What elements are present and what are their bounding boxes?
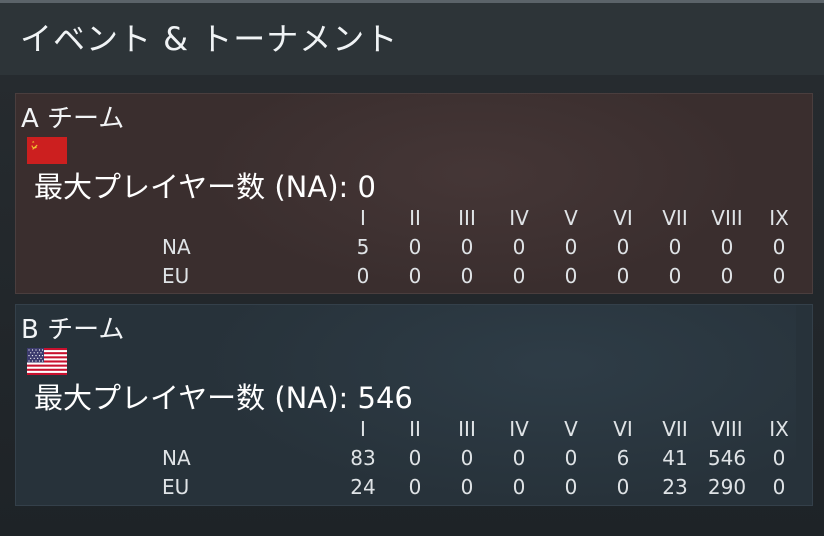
table-cell: 0 bbox=[564, 264, 578, 288]
table-cell: 0 bbox=[460, 475, 474, 499]
table-cell: 0 bbox=[460, 446, 474, 470]
column-header: V bbox=[564, 206, 578, 230]
table-cell: 24 bbox=[350, 475, 376, 499]
column-header: III bbox=[458, 417, 476, 441]
top-border bbox=[0, 0, 824, 3]
max-players-label: 最大プレイヤー数 (NA): 546 bbox=[34, 381, 413, 415]
table-cell: 0 bbox=[408, 475, 422, 499]
table-header-row: I II III IV V VI VII VIII IX bbox=[16, 417, 814, 446]
table-cell: 0 bbox=[512, 475, 526, 499]
table-cell: 0 bbox=[408, 264, 422, 288]
column-header: II bbox=[409, 206, 421, 230]
table-cell: 0 bbox=[772, 235, 786, 259]
team-b-name: B チーム bbox=[21, 315, 125, 345]
table-cell: 23 bbox=[662, 475, 688, 499]
table-row: NA 83 0 0 0 0 6 41 546 0 bbox=[16, 446, 814, 475]
column-header: VIII bbox=[711, 206, 743, 230]
max-players-label: 最大プレイヤー数 (NA): 0 bbox=[34, 170, 376, 204]
table-cell: 0 bbox=[720, 235, 734, 259]
table-row: EU 0 0 0 0 0 0 0 0 0 bbox=[16, 264, 814, 293]
table-cell: 5 bbox=[356, 235, 370, 259]
table-cell: 0 bbox=[512, 446, 526, 470]
column-header: II bbox=[409, 417, 421, 441]
table-cell: 0 bbox=[564, 235, 578, 259]
table-cell: 6 bbox=[616, 446, 630, 470]
column-header: VIII bbox=[711, 417, 743, 441]
column-header: VII bbox=[662, 417, 688, 441]
table-cell: 0 bbox=[772, 264, 786, 288]
page-title: イベント & トーナメント bbox=[20, 20, 399, 58]
column-header: VI bbox=[613, 206, 633, 230]
column-header: III bbox=[458, 206, 476, 230]
table-cell: 0 bbox=[512, 264, 526, 288]
team-a-panel[interactable]: A チーム 最大プレイヤー数 (NA): 0 I II III IV V VI … bbox=[15, 93, 813, 294]
table-cell: 0 bbox=[564, 475, 578, 499]
usa-flag-icon bbox=[27, 348, 67, 375]
table-cell: 41 bbox=[662, 446, 688, 470]
team-b-panel[interactable]: B チーム 最大プレイヤー数 (NA): 546 I II III IV V V… bbox=[15, 304, 813, 506]
column-header: I bbox=[360, 206, 366, 230]
column-header: IX bbox=[769, 206, 789, 230]
table-row: EU 24 0 0 0 0 0 23 290 0 bbox=[16, 475, 814, 504]
table-cell: 290 bbox=[707, 475, 747, 499]
table-cell: 0 bbox=[356, 264, 370, 288]
table-cell: 0 bbox=[616, 235, 630, 259]
table-cell: 0 bbox=[772, 475, 786, 499]
column-header: IX bbox=[769, 417, 789, 441]
table-cell: 546 bbox=[707, 446, 747, 470]
ussr-flag-icon bbox=[27, 137, 67, 164]
column-header: I bbox=[360, 417, 366, 441]
table-cell: 0 bbox=[668, 264, 682, 288]
row-label: NA bbox=[162, 446, 191, 470]
table-cell: 0 bbox=[460, 235, 474, 259]
column-header: VI bbox=[613, 417, 633, 441]
table-cell: 0 bbox=[772, 446, 786, 470]
table-cell: 0 bbox=[408, 446, 422, 470]
column-header: VII bbox=[662, 206, 688, 230]
column-header: V bbox=[564, 417, 578, 441]
column-header: IV bbox=[509, 417, 529, 441]
table-cell: 83 bbox=[350, 446, 376, 470]
table-cell: 0 bbox=[668, 235, 682, 259]
table-cell: 0 bbox=[564, 446, 578, 470]
column-header: IV bbox=[509, 206, 529, 230]
team-a-name: A チーム bbox=[21, 104, 125, 134]
row-label: EU bbox=[162, 264, 190, 288]
table-row: NA 5 0 0 0 0 0 0 0 0 bbox=[16, 235, 814, 264]
table-cell: 0 bbox=[460, 264, 474, 288]
table-cell: 0 bbox=[616, 264, 630, 288]
table-header-row: I II III IV V VI VII VIII IX bbox=[16, 206, 814, 235]
table-cell: 0 bbox=[616, 475, 630, 499]
table-cell: 0 bbox=[512, 235, 526, 259]
row-label: NA bbox=[162, 235, 191, 259]
table-cell: 0 bbox=[408, 235, 422, 259]
table-cell: 0 bbox=[720, 264, 734, 288]
row-label: EU bbox=[162, 475, 190, 499]
